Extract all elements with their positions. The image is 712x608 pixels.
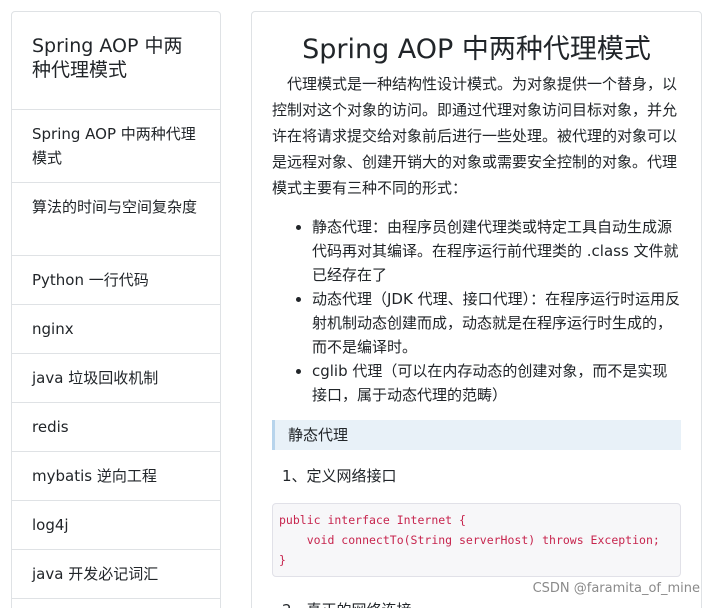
- list-item-cglib-proxy: cglib 代理（可以在内存动态的创建对象，而不是实现接口，属于动态代理的范畴）: [312, 359, 681, 407]
- sidebar-item-java-vocabulary[interactable]: java 开发必记词汇: [12, 550, 220, 599]
- sidebar-item-nginx[interactable]: nginx: [12, 305, 220, 354]
- sidebar-header: Spring AOP 中两种代理模式: [12, 12, 220, 110]
- proxy-types-list: 静态代理：由程序员创建代理类或特定工具自动生成源代码再对其编译。在程序运行前代理…: [272, 215, 681, 407]
- article-card: Spring AOP 中两种代理模式 代理模式是一种结构性设计模式。为对象提供一…: [251, 11, 702, 608]
- sidebar: Spring AOP 中两种代理模式 Spring AOP 中两种代理模式 算法…: [11, 11, 221, 608]
- sidebar-item-log4j[interactable]: log4j: [12, 501, 220, 550]
- section-heading-static-proxy: 静态代理: [272, 420, 681, 450]
- sidebar-list: Spring AOP 中两种代理模式 算法的时间与空间复杂度 Python 一行…: [12, 110, 220, 599]
- sidebar-item-mybatis[interactable]: mybatis 逆向工程: [12, 452, 220, 501]
- list-item-static-proxy: 静态代理：由程序员创建代理类或特定工具自动生成源代码再对其编译。在程序运行前代理…: [312, 215, 681, 287]
- article-title: Spring AOP 中两种代理模式: [302, 34, 651, 65]
- list-item-dynamic-proxy: 动态代理（JDK 代理、接口代理）：在程序运行时运用反射机制动态创建而成，动态就…: [312, 287, 681, 359]
- watermark: CSDN @faramita_of_mine: [532, 581, 700, 596]
- sidebar-item-spring-aop[interactable]: Spring AOP 中两种代理模式: [12, 110, 220, 183]
- page: Spring AOP 中两种代理模式 Spring AOP 中两种代理模式 算法…: [0, 0, 712, 608]
- code-line: public interface Internet {: [279, 513, 466, 527]
- sidebar-item-redis[interactable]: redis: [12, 403, 220, 452]
- step-real-connection: 2、真正的网络连接: [282, 598, 681, 608]
- sidebar-item-java-gc[interactable]: java 垃圾回收机制: [12, 354, 220, 403]
- code-block: public interface Internet { void connect…: [272, 503, 681, 577]
- article-intro: 代理模式是一种结构性设计模式。为对象提供一个替身，以控制对这个对象的访问。即通过…: [272, 75, 678, 197]
- step-define-interface: 1、定义网络接口: [282, 467, 397, 485]
- sidebar-item-python[interactable]: Python 一行代码: [12, 256, 220, 305]
- code-line: void connectTo(String serverHost) throws…: [279, 533, 660, 547]
- code-line: }: [279, 553, 286, 567]
- sidebar-item-algorithm-complexity[interactable]: 算法的时间与空间复杂度: [12, 183, 220, 256]
